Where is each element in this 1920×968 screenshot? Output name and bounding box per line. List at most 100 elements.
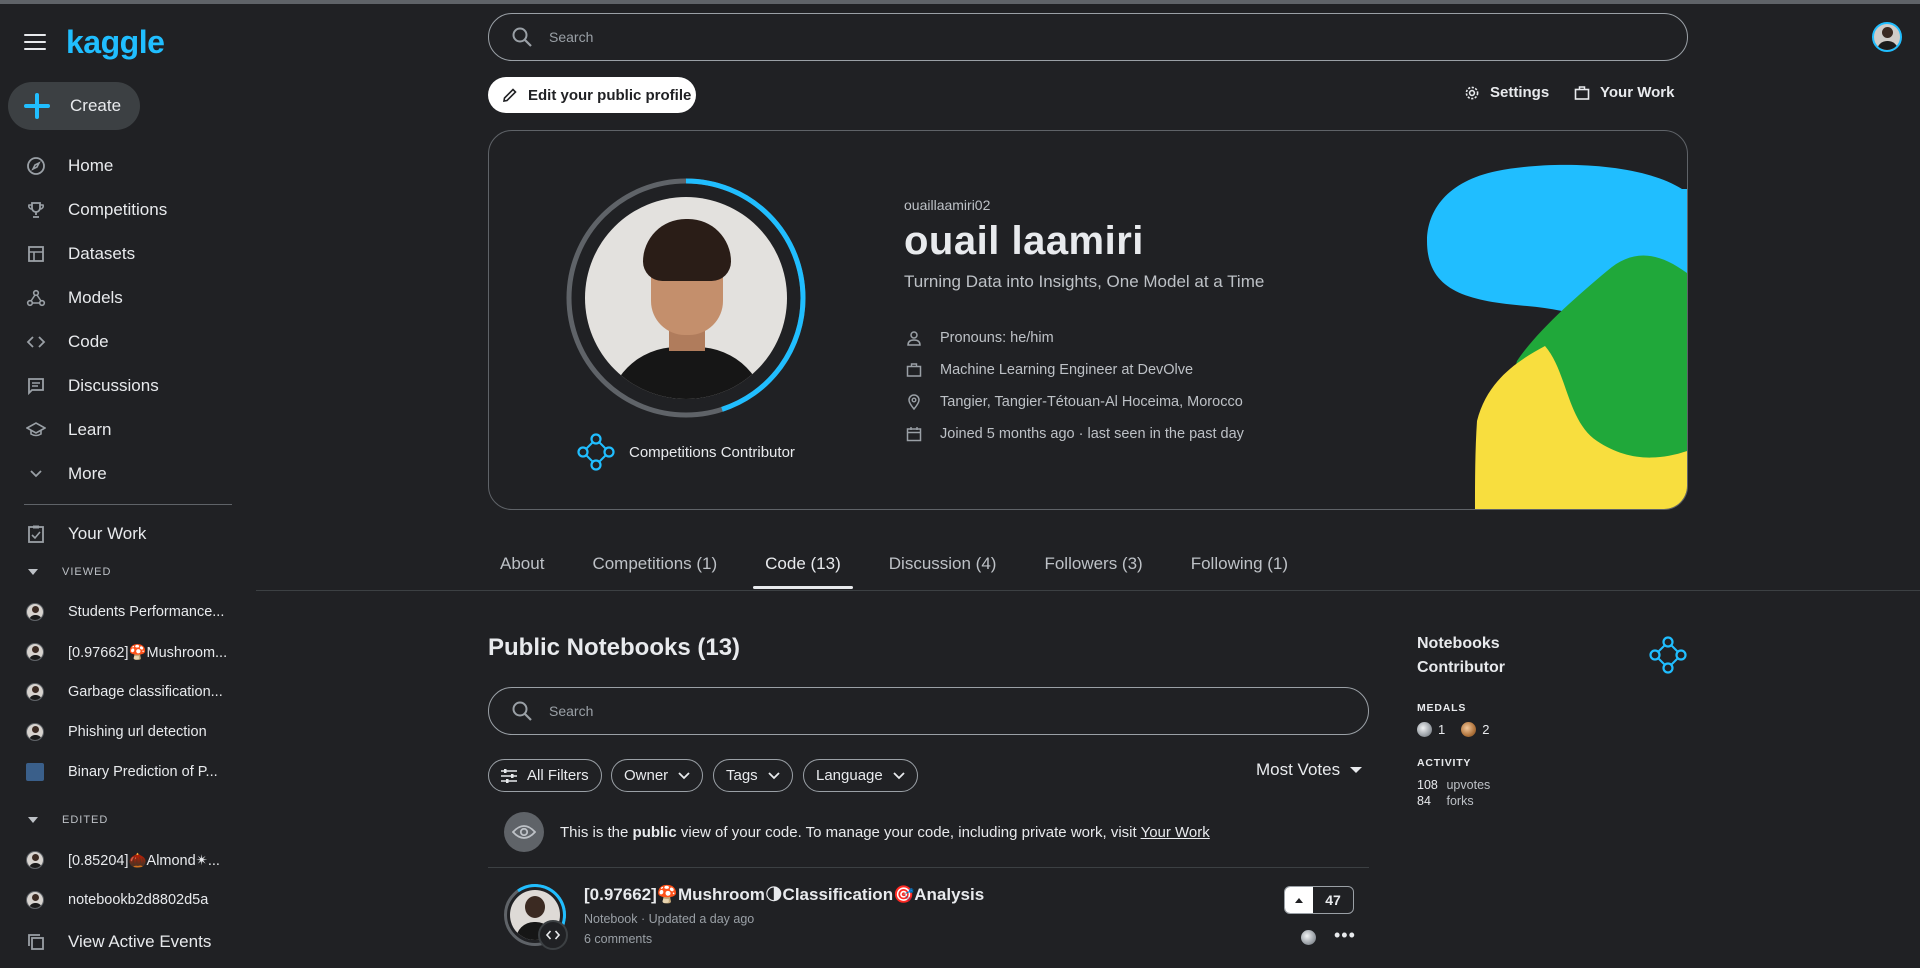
vote-count: 47 [1325, 892, 1341, 908]
joined-row: Joined 5 months ago · last seen in the p… [904, 418, 1264, 450]
sidebar-item-label: Datasets [68, 244, 136, 263]
tags-filter-dropdown[interactable]: Tags [713, 759, 793, 792]
sort-dropdown[interactable]: Most Votes [1256, 760, 1363, 780]
user-avatar[interactable] [1872, 22, 1902, 52]
sidebar-item-active-events[interactable]: View Active Events [0, 920, 256, 964]
vote-widget: 47 [1284, 886, 1354, 914]
all-filters-button[interactable]: All Filters [488, 759, 602, 792]
recent-item[interactable]: [0.85204]🌰Almond✴... [0, 840, 256, 880]
upvote-arrow-icon [1295, 897, 1303, 903]
recent-item[interactable]: Phishing url detection [0, 712, 256, 752]
your-work-label: Your Work [1600, 84, 1675, 101]
sidebar: kaggle Create Home Competitions Datasets [0, 4, 256, 968]
tab-followers[interactable]: Followers (3) [1032, 554, 1154, 590]
location-text: Tangier, Tangier-Tétouan-Al Hoceima, Mor… [940, 394, 1243, 410]
sidebar-item-home[interactable]: Home [0, 144, 256, 188]
filter-sliders-icon [501, 768, 517, 783]
silver-medal-icon [1417, 722, 1432, 737]
viewed-section-toggle[interactable]: VIEWED [28, 566, 111, 578]
sidebar-item-competitions[interactable]: Competitions [0, 188, 256, 232]
settings-button[interactable]: Settings [1464, 84, 1549, 101]
notebooks-tier-panel: Notebooks Contributor MEDALS 1 2 ACTIVIT… [1417, 632, 1689, 809]
edit-profile-label: Edit your public profile [528, 86, 692, 104]
tab-discussion[interactable]: Discussion (4) [877, 554, 1009, 590]
tier-network-icon [577, 433, 615, 471]
trophy-icon [24, 198, 48, 222]
search-input[interactable]: Search [488, 13, 1688, 61]
user-avatar-icon [26, 851, 44, 869]
sidebar-item-discussions[interactable]: Discussions [0, 364, 256, 408]
search-icon [512, 701, 532, 721]
sidebar-item-label: Discussions [68, 376, 159, 395]
notebook-author-avatar [499, 879, 571, 951]
bronze-medal-icon [1461, 722, 1477, 737]
profile-facts: Pronouns: he/him Machine Learning Engine… [904, 322, 1264, 450]
public-notebooks-title: Public Notebooks (13) [488, 634, 741, 661]
sidebar-item-learn[interactable]: Learn [0, 408, 256, 452]
sidebar-item-label: More [68, 464, 107, 483]
medals-row: 1 2 [1417, 722, 1689, 737]
pronouns-row: Pronouns: he/him [904, 322, 1264, 354]
owner-filter-label: Owner [624, 767, 669, 784]
user-avatar-icon [26, 603, 44, 621]
tab-following[interactable]: Following (1) [1179, 554, 1300, 590]
notebooks-search-input[interactable]: Search [488, 687, 1369, 735]
recent-item-label: Phishing url detection [68, 724, 207, 740]
kaggle-logo[interactable]: kaggle [66, 26, 165, 58]
recent-item[interactable]: Garbage classification... [0, 672, 256, 712]
your-work-link[interactable]: Your Work [1141, 824, 1210, 841]
sidebar-item-datasets[interactable]: Datasets [0, 232, 256, 276]
chevron-down-icon [24, 462, 48, 486]
tab-about[interactable]: About [488, 554, 556, 590]
sort-label: Most Votes [1256, 760, 1341, 779]
decorative-blob-art [1427, 164, 1687, 509]
notebook-comments[interactable]: 6 comments [584, 932, 652, 946]
chevron-down-icon [678, 771, 690, 779]
user-avatar-icon [26, 643, 44, 661]
more-options-icon[interactable]: ••• [1334, 926, 1356, 944]
copy-icon [24, 930, 48, 954]
sidebar-item-label: Code [68, 332, 109, 351]
tab-code[interactable]: Code (13) [753, 554, 853, 590]
recent-item[interactable]: Binary Prediction of P... [0, 752, 256, 792]
profile-tabs: About Competitions (1) Code (13) Discuss… [488, 554, 1324, 590]
sidebar-item-models[interactable]: Models [0, 276, 256, 320]
public-view-text: This is the public view of your code. To… [560, 823, 1210, 841]
recent-item-label: Binary Prediction of P... [68, 764, 218, 780]
create-button[interactable]: Create [8, 82, 140, 130]
medals-header: MEDALS [1417, 702, 1467, 714]
notebook-title[interactable]: [0.97662]🍄Mushroom🌗Classification🎯Analys… [584, 885, 984, 905]
edit-profile-button[interactable]: Edit your public profile [488, 77, 696, 113]
tab-competitions[interactable]: Competitions (1) [580, 554, 729, 590]
recent-item[interactable]: Students Performance... [0, 592, 256, 632]
profile-bio: Turning Data into Insights, One Model at… [904, 272, 1265, 291]
recent-item[interactable]: notebookb2d8802d5a [0, 880, 256, 920]
recent-item-label: Students Performance... [68, 604, 225, 620]
language-filter-dropdown[interactable]: Language [803, 759, 918, 792]
sidebar-item-label: Your Work [68, 524, 147, 543]
your-work-button[interactable]: Your Work [1574, 84, 1674, 101]
edited-section-toggle[interactable]: EDITED [28, 814, 108, 826]
profile-photo [585, 197, 787, 399]
search-placeholder: Search [549, 29, 594, 45]
upvote-button[interactable] [1285, 887, 1313, 913]
profile-card: Competitions Contributor ouaillaamiri02 … [488, 130, 1688, 510]
menu-icon[interactable] [24, 34, 46, 50]
school-icon [24, 418, 48, 442]
notebook-list-item[interactable]: [0.97662]🍄Mushroom🌗Classification🎯Analys… [488, 868, 1369, 968]
tier-label: Competitions Contributor [629, 443, 795, 461]
activity-header: ACTIVITY [1417, 757, 1472, 769]
chevron-down-icon [893, 771, 905, 779]
sidebar-item-more[interactable]: More [0, 452, 256, 496]
recent-item[interactable]: [0.97662]🍄Mushroom... [0, 632, 256, 672]
sidebar-item-code[interactable]: Code [0, 320, 256, 364]
collapse-triangle-icon [28, 817, 38, 823]
silver-medal-icon [1301, 930, 1316, 945]
dataset-thumbnail-icon [26, 763, 44, 781]
pencil-icon [503, 88, 517, 102]
sidebar-divider [24, 504, 232, 505]
sidebar-item-your-work[interactable]: Your Work [0, 512, 256, 556]
owner-filter-dropdown[interactable]: Owner [611, 759, 704, 792]
joined-text: Joined 5 months ago · last seen in the p… [940, 426, 1244, 442]
location-row: Tangier, Tangier-Tétouan-Al Hoceima, Mor… [904, 386, 1264, 418]
